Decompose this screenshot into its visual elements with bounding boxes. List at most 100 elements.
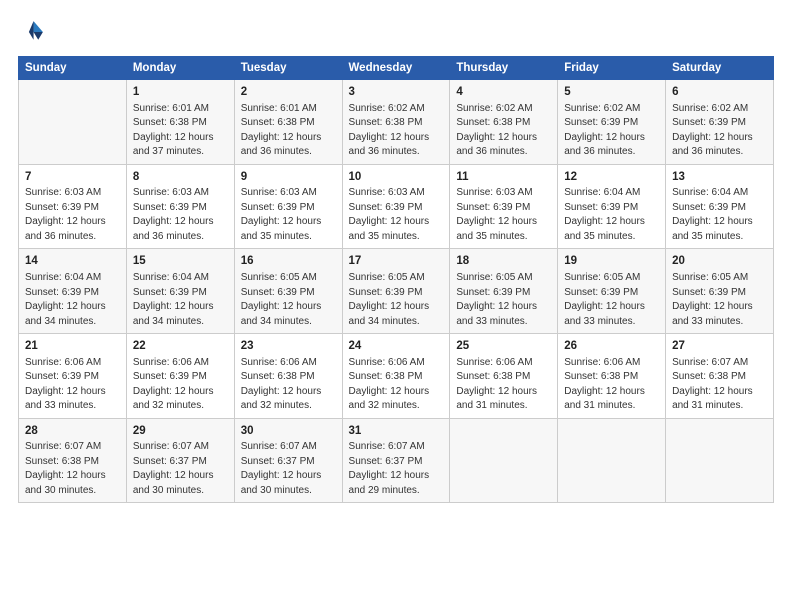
cell-line: Sunrise: 6:02 AM xyxy=(564,102,659,117)
day-number: 19 xyxy=(564,253,659,270)
cell-w1-d4: 3Sunrise: 6:02 AMSunset: 6:38 PMDaylight… xyxy=(342,80,450,165)
day-number: 29 xyxy=(133,423,228,440)
header-row: SundayMondayTuesdayWednesdayThursdayFrid… xyxy=(19,57,774,80)
cell-w4-d4: 24Sunrise: 6:06 AMSunset: 6:38 PMDayligh… xyxy=(342,334,450,419)
cell-line: Sunrise: 6:06 AM xyxy=(133,356,228,371)
cell-w5-d1: 28Sunrise: 6:07 AMSunset: 6:38 PMDayligh… xyxy=(19,418,127,503)
cell-line: Sunrise: 6:06 AM xyxy=(349,356,444,371)
cell-line: Sunset: 6:38 PM xyxy=(25,455,120,470)
cell-w1-d7: 6Sunrise: 6:02 AMSunset: 6:39 PMDaylight… xyxy=(666,80,774,165)
cell-w1-d2: 1Sunrise: 6:01 AMSunset: 6:38 PMDaylight… xyxy=(126,80,234,165)
day-number: 23 xyxy=(241,338,336,355)
cell-line: Sunset: 6:39 PM xyxy=(564,201,659,216)
cell-line: and 36 minutes. xyxy=(564,145,659,160)
calendar-table: SundayMondayTuesdayWednesdayThursdayFrid… xyxy=(18,56,774,503)
cell-w3-d3: 16Sunrise: 6:05 AMSunset: 6:39 PMDayligh… xyxy=(234,249,342,334)
cell-w4-d2: 22Sunrise: 6:06 AMSunset: 6:39 PMDayligh… xyxy=(126,334,234,419)
day-number: 2 xyxy=(241,84,336,101)
cell-line: Sunrise: 6:04 AM xyxy=(672,186,767,201)
cell-line: Sunrise: 6:04 AM xyxy=(564,186,659,201)
day-number: 20 xyxy=(672,253,767,270)
cell-line: Sunrise: 6:05 AM xyxy=(241,271,336,286)
cell-line: and 33 minutes. xyxy=(564,315,659,330)
day-number: 3 xyxy=(349,84,444,101)
day-number: 16 xyxy=(241,253,336,270)
day-number: 18 xyxy=(456,253,551,270)
day-number: 26 xyxy=(564,338,659,355)
cell-line: and 34 minutes. xyxy=(133,315,228,330)
cell-line: Sunset: 6:39 PM xyxy=(456,286,551,301)
cell-w2-d4: 10Sunrise: 6:03 AMSunset: 6:39 PMDayligh… xyxy=(342,164,450,249)
cell-line: Daylight: 12 hours xyxy=(133,215,228,230)
cell-line: Sunrise: 6:02 AM xyxy=(672,102,767,117)
calendar-body: 1Sunrise: 6:01 AMSunset: 6:38 PMDaylight… xyxy=(19,80,774,503)
week-row-4: 21Sunrise: 6:06 AMSunset: 6:39 PMDayligh… xyxy=(19,334,774,419)
cell-line: Sunrise: 6:07 AM xyxy=(349,440,444,455)
day-number: 14 xyxy=(25,253,120,270)
cell-line: Sunset: 6:39 PM xyxy=(672,286,767,301)
cell-line: and 33 minutes. xyxy=(25,399,120,414)
day-number: 7 xyxy=(25,169,120,186)
cell-line: Sunset: 6:39 PM xyxy=(25,201,120,216)
cell-line: Sunset: 6:37 PM xyxy=(133,455,228,470)
logo xyxy=(18,18,50,46)
cell-line: Daylight: 12 hours xyxy=(241,131,336,146)
cell-line: Sunset: 6:38 PM xyxy=(349,370,444,385)
week-row-3: 14Sunrise: 6:04 AMSunset: 6:39 PMDayligh… xyxy=(19,249,774,334)
cell-line: and 37 minutes. xyxy=(133,145,228,160)
cell-line: Daylight: 12 hours xyxy=(241,469,336,484)
cell-line: and 35 minutes. xyxy=(672,230,767,245)
day-number: 9 xyxy=(241,169,336,186)
week-row-2: 7Sunrise: 6:03 AMSunset: 6:39 PMDaylight… xyxy=(19,164,774,249)
cell-line: Sunrise: 6:03 AM xyxy=(133,186,228,201)
cell-line: Sunset: 6:39 PM xyxy=(564,286,659,301)
cell-line: Sunrise: 6:03 AM xyxy=(456,186,551,201)
cell-line: Sunrise: 6:06 AM xyxy=(456,356,551,371)
cell-line: Sunrise: 6:03 AM xyxy=(25,186,120,201)
cell-line: Sunset: 6:38 PM xyxy=(672,370,767,385)
cell-w3-d5: 18Sunrise: 6:05 AMSunset: 6:39 PMDayligh… xyxy=(450,249,558,334)
cell-line: Sunset: 6:37 PM xyxy=(349,455,444,470)
day-number: 24 xyxy=(349,338,444,355)
cell-line: and 36 minutes. xyxy=(349,145,444,160)
cell-line: Sunset: 6:39 PM xyxy=(564,116,659,131)
cell-line: Sunset: 6:39 PM xyxy=(133,286,228,301)
cell-line: and 35 minutes. xyxy=(349,230,444,245)
cell-line: Sunset: 6:38 PM xyxy=(349,116,444,131)
cell-line: and 30 minutes. xyxy=(133,484,228,499)
cell-line: and 32 minutes. xyxy=(241,399,336,414)
cell-line: Daylight: 12 hours xyxy=(564,131,659,146)
day-number: 15 xyxy=(133,253,228,270)
cell-line: Sunset: 6:38 PM xyxy=(241,116,336,131)
cell-w2-d7: 13Sunrise: 6:04 AMSunset: 6:39 PMDayligh… xyxy=(666,164,774,249)
header-friday: Friday xyxy=(558,57,666,80)
cell-line: Sunset: 6:39 PM xyxy=(456,201,551,216)
day-number: 13 xyxy=(672,169,767,186)
cell-line: Daylight: 12 hours xyxy=(25,385,120,400)
cell-line: Sunset: 6:39 PM xyxy=(25,286,120,301)
cell-line: and 33 minutes. xyxy=(456,315,551,330)
cell-line: Daylight: 12 hours xyxy=(241,215,336,230)
day-number: 11 xyxy=(456,169,551,186)
day-number: 25 xyxy=(456,338,551,355)
cell-w5-d3: 30Sunrise: 6:07 AMSunset: 6:37 PMDayligh… xyxy=(234,418,342,503)
cell-line: Sunrise: 6:05 AM xyxy=(349,271,444,286)
cell-line: Daylight: 12 hours xyxy=(456,215,551,230)
cell-line: Sunset: 6:38 PM xyxy=(456,116,551,131)
cell-line: Sunrise: 6:07 AM xyxy=(672,356,767,371)
cell-w1-d6: 5Sunrise: 6:02 AMSunset: 6:39 PMDaylight… xyxy=(558,80,666,165)
cell-line: and 36 minutes. xyxy=(456,145,551,160)
cell-w2-d2: 8Sunrise: 6:03 AMSunset: 6:39 PMDaylight… xyxy=(126,164,234,249)
cell-w3-d2: 15Sunrise: 6:04 AMSunset: 6:39 PMDayligh… xyxy=(126,249,234,334)
calendar-header: SundayMondayTuesdayWednesdayThursdayFrid… xyxy=(19,57,774,80)
header-sunday: Sunday xyxy=(19,57,127,80)
cell-w2-d1: 7Sunrise: 6:03 AMSunset: 6:39 PMDaylight… xyxy=(19,164,127,249)
cell-line: Sunrise: 6:01 AM xyxy=(133,102,228,117)
cell-w5-d5 xyxy=(450,418,558,503)
cell-line: and 36 minutes. xyxy=(25,230,120,245)
cell-line: and 31 minutes. xyxy=(564,399,659,414)
cell-w4-d1: 21Sunrise: 6:06 AMSunset: 6:39 PMDayligh… xyxy=(19,334,127,419)
cell-line: Sunset: 6:38 PM xyxy=(456,370,551,385)
day-number: 21 xyxy=(25,338,120,355)
day-number: 1 xyxy=(133,84,228,101)
